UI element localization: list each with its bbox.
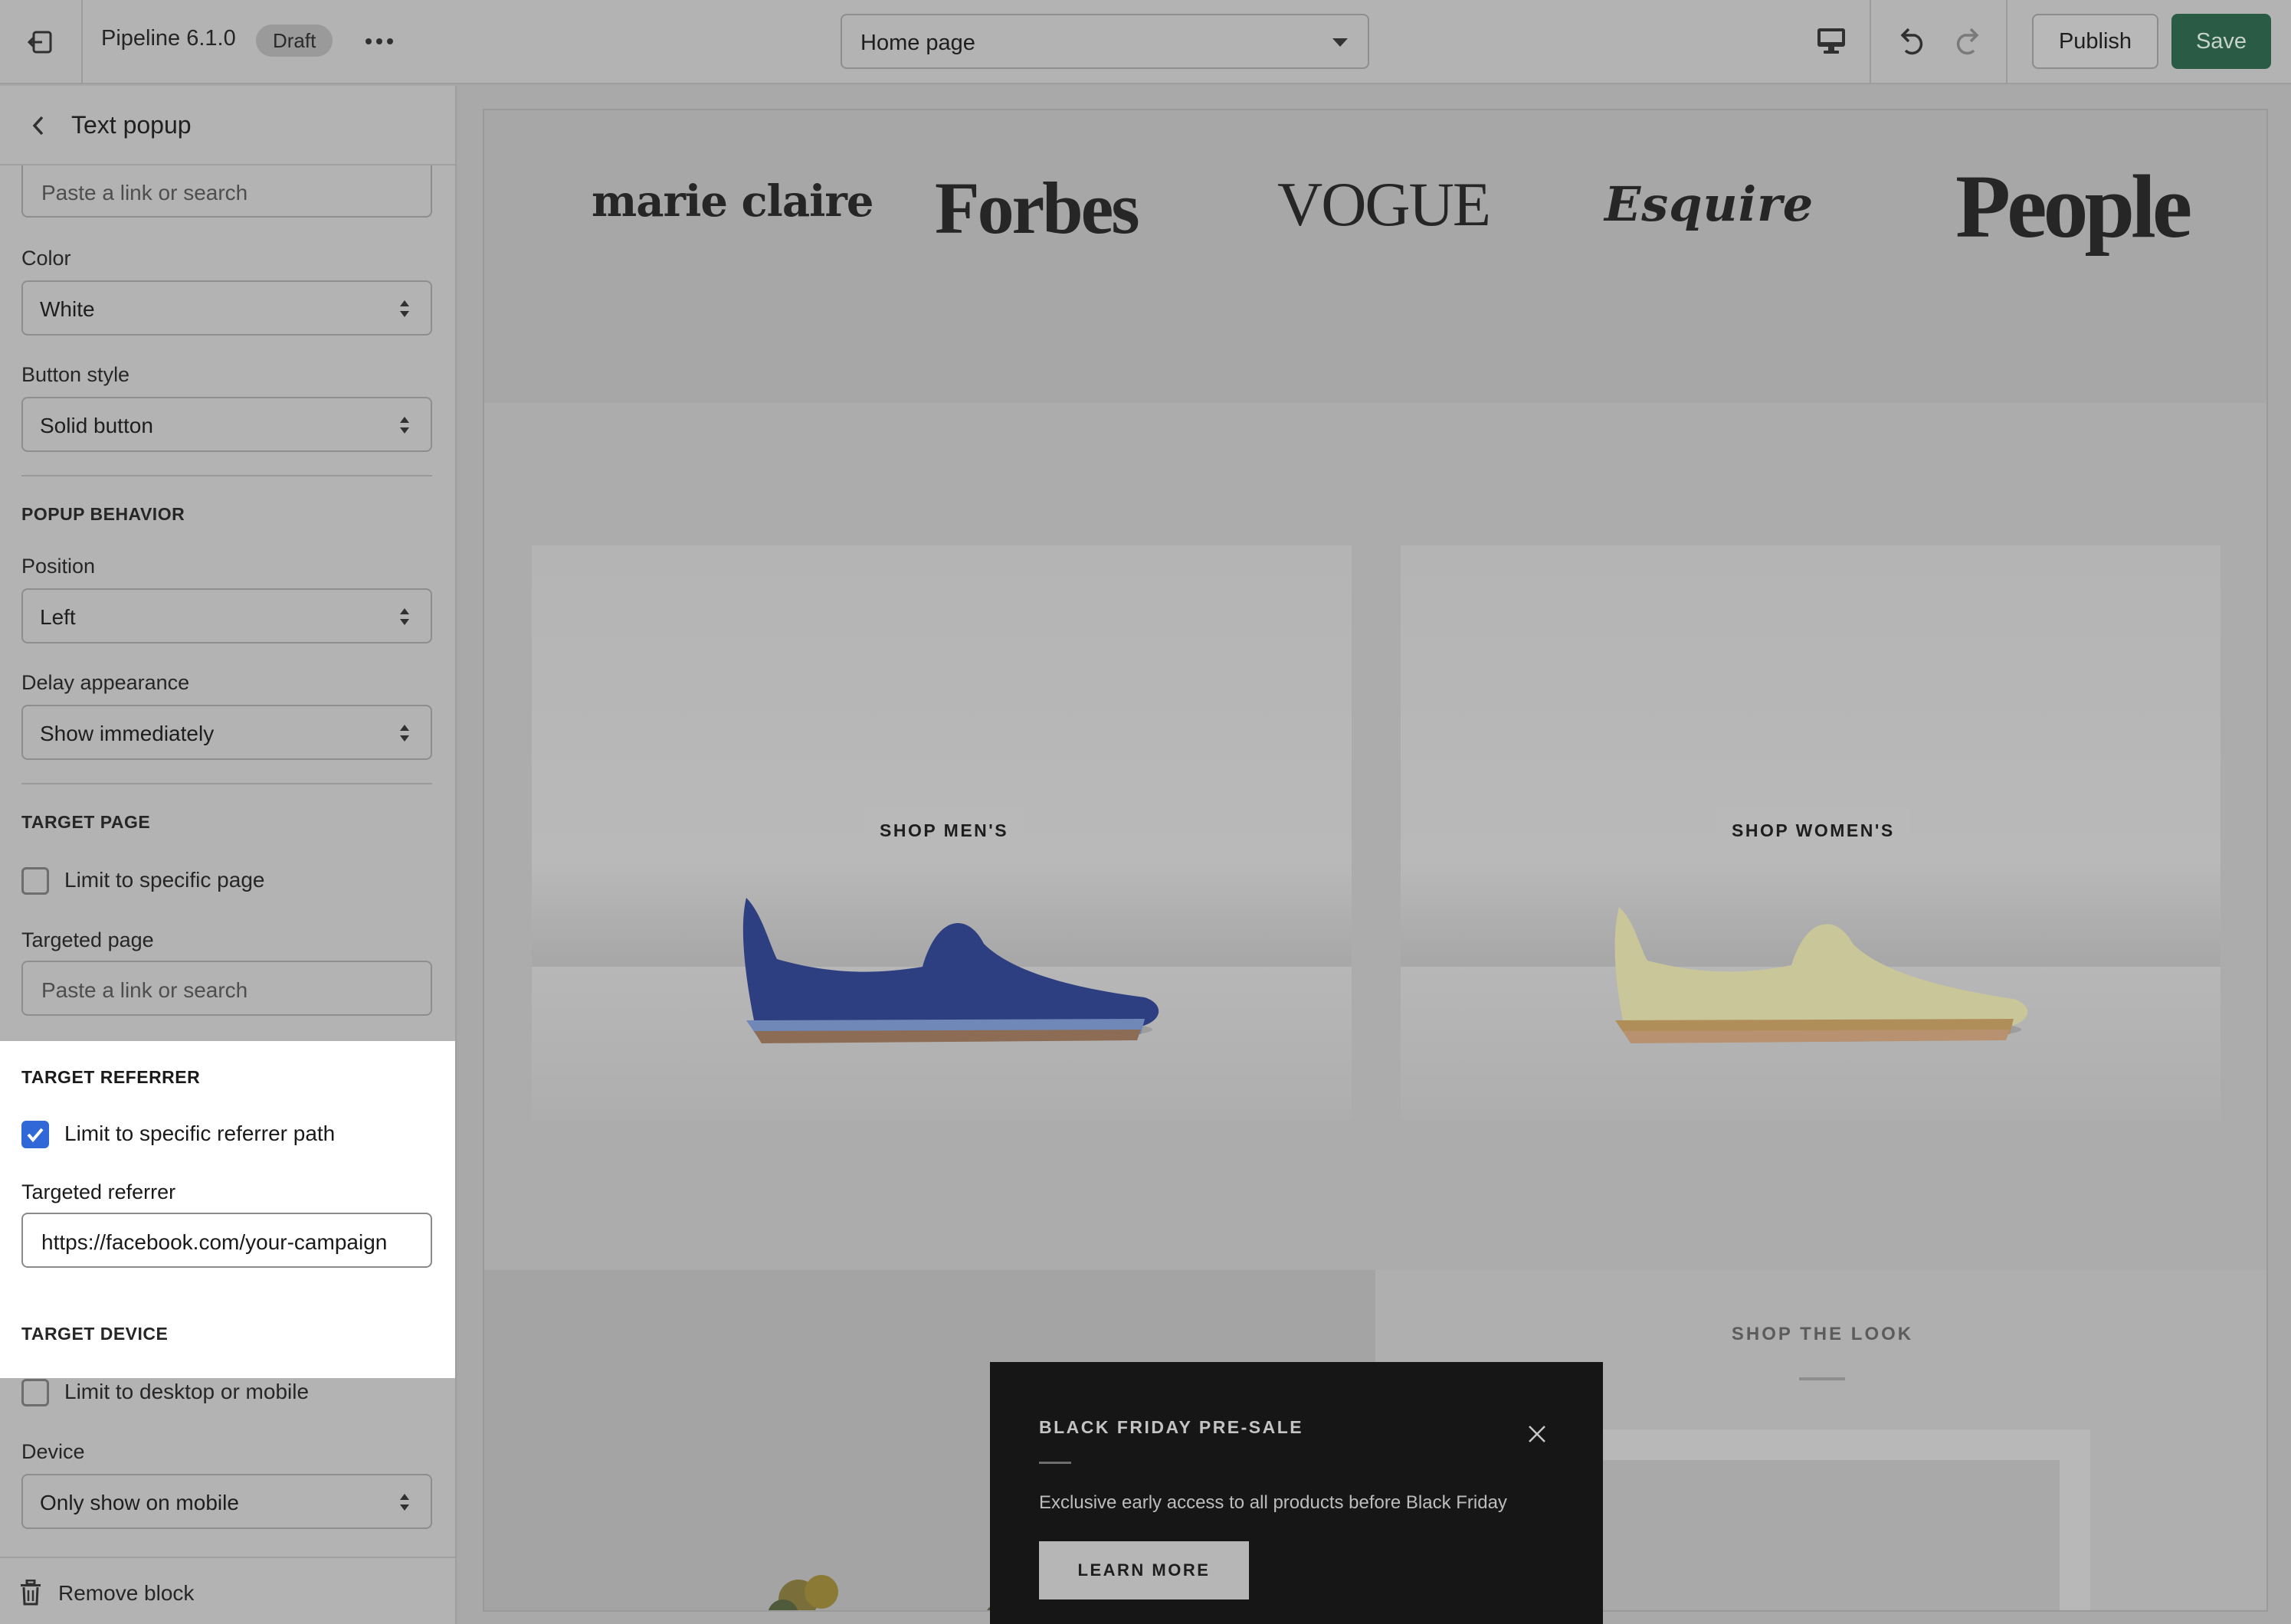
popup-text: Exclusive early access to all products b…: [1039, 1492, 1507, 1513]
status-badge: Draft: [256, 25, 333, 57]
top-bar: Pipeline 6.1.0 Draft Home page Publish S…: [0, 0, 2291, 84]
limit-page-label: Limit to specific page: [64, 868, 265, 892]
position-label: Position: [21, 555, 96, 578]
page-selector-value: Home page: [860, 31, 975, 55]
undo-button[interactable]: [1889, 18, 1935, 64]
divider: [1870, 0, 1871, 84]
redo-button[interactable]: [1945, 18, 1991, 64]
select-arrows-icon: [400, 725, 409, 742]
divider: [81, 0, 83, 84]
position-value: Left: [40, 605, 76, 629]
text-popup: BLACK FRIDAY PRE-SALE Exclusive early ac…: [990, 1362, 1603, 1624]
trash-icon: [21, 1580, 41, 1606]
limit-referrer-label: Limit to specific referrer path: [64, 1121, 336, 1145]
desktop-icon: [1817, 28, 1845, 54]
button-link-placeholder: Paste a link or search: [41, 181, 248, 205]
title-rule: [1799, 1377, 1845, 1380]
target-device-heading: TARGET DEVICE: [21, 1324, 169, 1344]
targeted-page-input[interactable]: Paste a link or search: [21, 961, 432, 1016]
exit-icon: [27, 31, 52, 54]
more-actions-button[interactable]: [360, 25, 398, 58]
popup-rule: [1039, 1462, 1071, 1464]
target-referrer-heading: TARGET REFERRER: [21, 1067, 201, 1087]
press-logo-esquire: Esquire: [1604, 176, 1814, 232]
settings-sidebar: Text popup Paste a link or search Color …: [0, 86, 457, 1624]
theme-preview: marie claire Forbes VOGUE Esquire People…: [458, 86, 2291, 1624]
select-arrows-icon: [400, 300, 409, 317]
limit-page-checkbox[interactable]: [21, 867, 49, 895]
divider: [21, 475, 432, 476]
sidebar-header: Text popup: [0, 86, 455, 165]
device-label: Device: [21, 1440, 85, 1463]
button-style-value: Solid button: [40, 414, 153, 437]
exit-button[interactable]: [21, 23, 60, 61]
device-value: Only show on mobile: [40, 1491, 239, 1514]
targeted-referrer-value: https://facebook.com/your-campaign: [41, 1230, 388, 1254]
popup-title: BLACK FRIDAY PRE-SALE: [1039, 1417, 1304, 1437]
limit-device-checkbox[interactable]: [21, 1379, 49, 1406]
remove-block-label: Remove block: [58, 1581, 195, 1605]
shop-womens-label[interactable]: SHOP WOMEN'S: [1716, 807, 1910, 853]
undo-icon: [1900, 28, 1923, 55]
desktop-preview-button[interactable]: [1808, 18, 1854, 64]
divider: [21, 783, 432, 784]
checkmark-icon: [27, 1128, 44, 1143]
limit-device-checkbox-row[interactable]: Limit to desktop or mobile: [21, 1376, 405, 1406]
theme-name: Pipeline 6.1.0: [101, 26, 236, 51]
shop-mens-label[interactable]: SHOP MEN'S: [864, 807, 1024, 853]
shop-the-look-card[interactable]: [1554, 1429, 2090, 1610]
publish-button[interactable]: Publish: [2032, 14, 2158, 69]
targeted-page-placeholder: Paste a link or search: [41, 978, 248, 1002]
limit-referrer-checkbox[interactable]: [21, 1121, 49, 1148]
shop-the-look-image: [1585, 1460, 2060, 1610]
delay-appearance-label: Delay appearance: [21, 671, 190, 694]
learn-more-button[interactable]: LEARN MORE: [1039, 1541, 1249, 1599]
press-logos-section: marie claire Forbes VOGUE Esquire People: [484, 110, 2266, 403]
collection-tile-womens[interactable]: SHOP WOMEN'S: [1401, 545, 2221, 1120]
targeted-referrer-label: Targeted referrer: [21, 1180, 176, 1203]
press-logo-vogue: VOGUE: [1277, 169, 1491, 239]
sidebar-title: Text popup: [71, 111, 192, 139]
press-logo-forbes: Forbes: [935, 167, 1140, 249]
target-page-heading: TARGET PAGE: [21, 812, 151, 832]
shop-the-look-title: SHOP THE LOOK: [1731, 1324, 1914, 1344]
button-link-input[interactable]: Paste a link or search: [21, 165, 432, 218]
select-arrows-icon: [400, 608, 409, 625]
back-button[interactable]: [23, 110, 54, 141]
limit-referrer-checkbox-row[interactable]: Limit to specific referrer path: [21, 1118, 405, 1148]
color-select[interactable]: White: [21, 280, 432, 336]
page-selector[interactable]: Home page: [841, 14, 1369, 69]
targeted-page-label: Targeted page: [21, 928, 154, 951]
color-select-value: White: [40, 297, 95, 321]
blue-loafer-image: [742, 898, 1159, 1043]
remove-block-button[interactable]: Remove block: [0, 1557, 455, 1624]
select-arrows-icon: [400, 1494, 409, 1511]
divider: [2006, 0, 2007, 84]
redo-icon: [1956, 28, 1979, 55]
popup-behavior-heading: POPUP BEHAVIOR: [21, 504, 185, 524]
chevron-down-icon: [1332, 38, 1348, 47]
button-style-label: Button style: [21, 363, 130, 386]
collection-tile-mens[interactable]: SHOP MEN'S: [532, 545, 1352, 1120]
chevron-left-icon: [32, 116, 44, 136]
delay-appearance-value: Show immediately: [40, 722, 215, 745]
select-arrows-icon: [400, 417, 409, 434]
delay-appearance-select[interactable]: Show immediately: [21, 705, 432, 760]
limit-device-label: Limit to desktop or mobile: [64, 1380, 310, 1403]
position-select[interactable]: Left: [21, 588, 432, 643]
limit-page-checkbox-row[interactable]: Limit to specific page: [21, 864, 405, 895]
press-logo-people: People: [1955, 156, 2192, 257]
close-icon[interactable]: [1526, 1423, 1548, 1445]
button-style-select[interactable]: Solid button: [21, 397, 432, 452]
color-label: Color: [21, 247, 71, 270]
save-button[interactable]: Save: [2171, 14, 2271, 69]
device-select[interactable]: Only show on mobile: [21, 1474, 432, 1529]
cream-loafer-image: [1614, 907, 2028, 1043]
targeted-referrer-input[interactable]: https://facebook.com/your-campaign: [21, 1213, 432, 1268]
press-logo-marie-claire: marie claire: [592, 176, 874, 227]
more-horizontal-icon: [365, 38, 393, 44]
